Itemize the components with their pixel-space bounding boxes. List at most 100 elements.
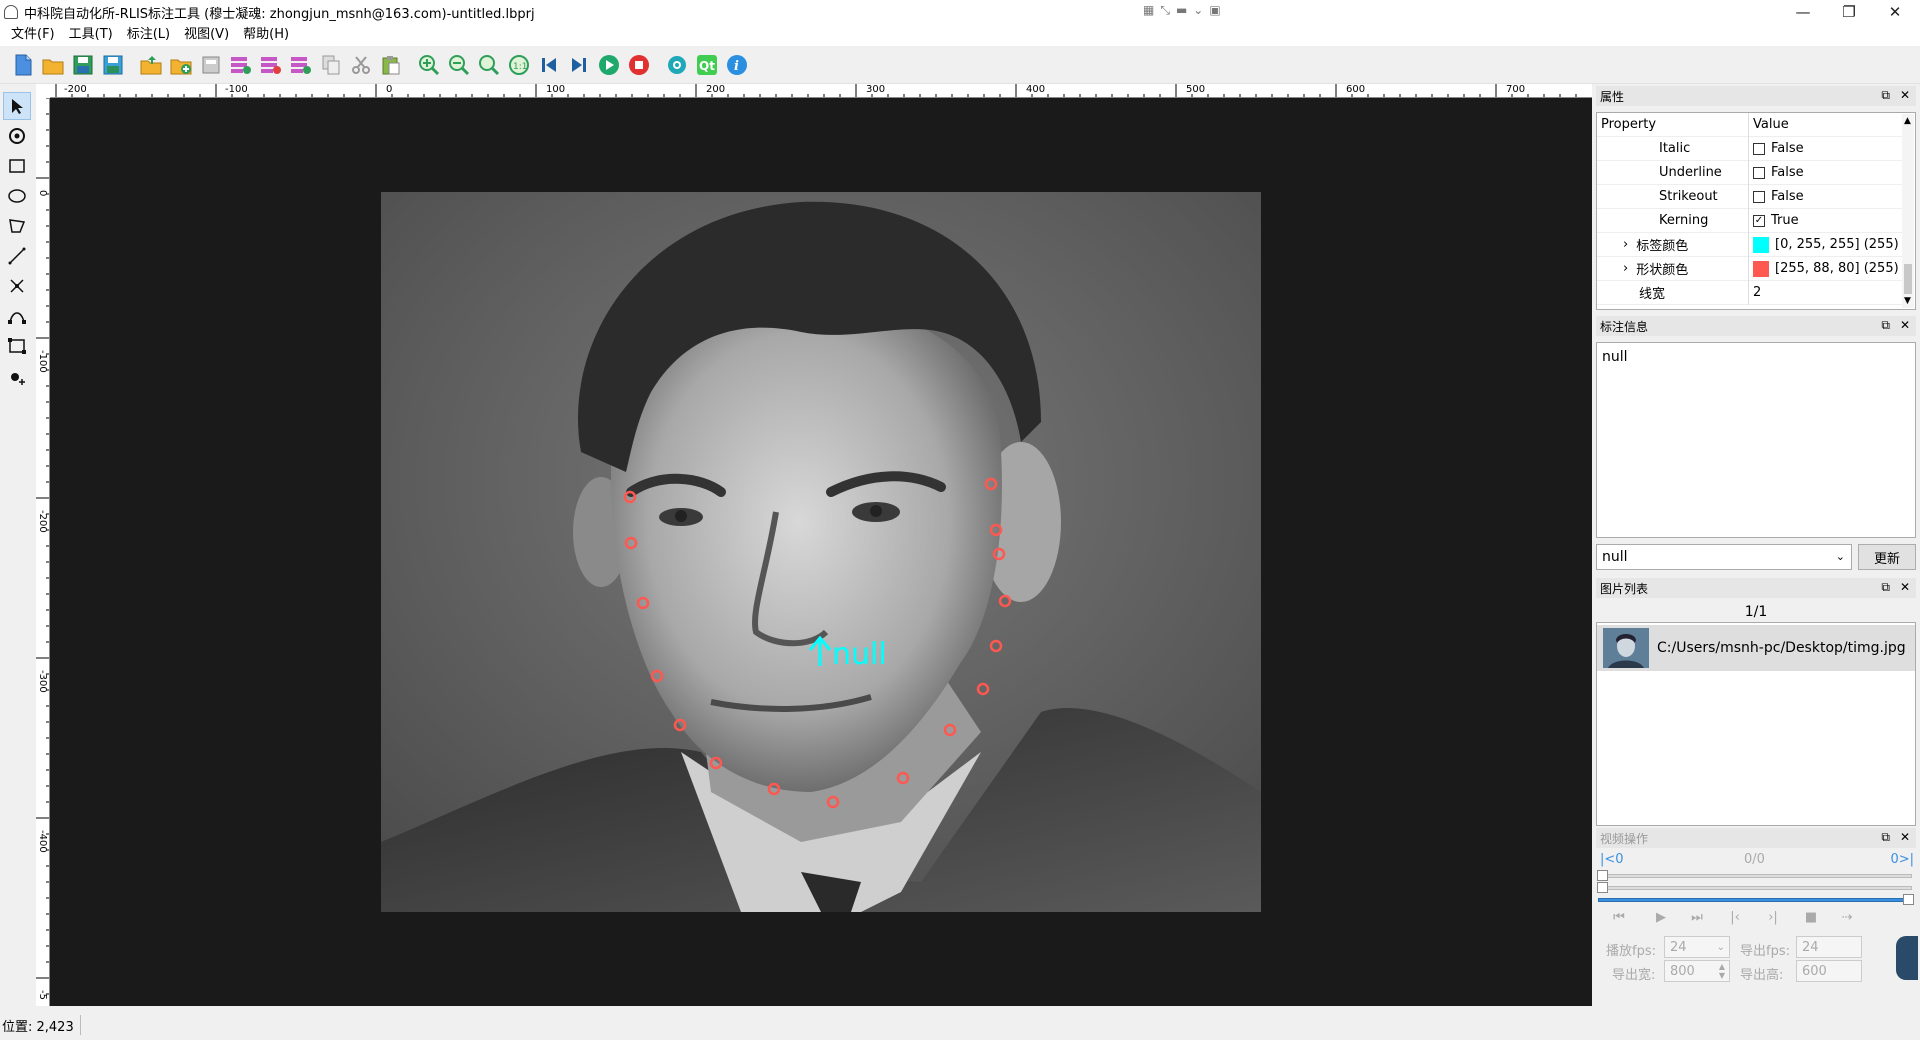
contour-keypoint[interactable] (998, 594, 1012, 608)
export-height-spinbox[interactable]: 600 (1796, 960, 1862, 982)
ellipse-tool-icon[interactable] (3, 182, 31, 210)
zoom-out-icon[interactable] (447, 53, 471, 77)
contour-keypoint[interactable] (624, 536, 638, 550)
contour-keypoint[interactable] (673, 718, 687, 732)
video-slider-mid[interactable] (1597, 882, 1912, 893)
bbox-tool-icon[interactable] (3, 332, 31, 360)
property-row[interactable]: › 形状颜色 [255, 88, 80] (255) (1597, 256, 1903, 281)
list-item[interactable]: C:/Users/msnh-pc/Desktop/timg.jpg (1597, 625, 1915, 671)
video-next-icon[interactable]: ›| (1760, 908, 1786, 926)
shrink-icon[interactable]: ⤡ (1160, 3, 1170, 18)
rectangle-tool-icon[interactable] (3, 152, 31, 180)
float-icon[interactable]: ⧉ (1881, 830, 1890, 845)
scroll-down-icon[interactable]: ▼ (1904, 296, 1911, 306)
contour-keypoint[interactable] (650, 669, 664, 683)
maximize-button[interactable]: ❐ (1826, 0, 1872, 24)
property-row[interactable]: 线宽 2 (1597, 280, 1903, 305)
about-qt-icon[interactable]: Qt (695, 53, 719, 77)
close-icon[interactable]: ✕ (1900, 830, 1910, 845)
select-pointer-icon[interactable] (3, 92, 31, 120)
dash-icon[interactable]: ▬ (1176, 3, 1187, 18)
export-width-spinbox[interactable]: 800 ▲ ▼ (1664, 960, 1730, 982)
zoom-fit-icon[interactable] (477, 53, 501, 77)
property-row[interactable]: Kerning ✓ True (1597, 208, 1903, 233)
dropdown-icon[interactable]: ⌄ (1193, 3, 1203, 18)
polygon-tool-icon[interactable] (3, 212, 31, 240)
video-start[interactable]: |<0 (1600, 852, 1624, 867)
remove-label-icon[interactable] (259, 53, 283, 77)
first-image-icon[interactable] (537, 53, 561, 77)
checkbox-icon[interactable] (1753, 142, 1765, 155)
video-first-icon[interactable]: ⏮ (1606, 908, 1632, 926)
zoom-in-icon[interactable] (417, 53, 441, 77)
float-icon[interactable]: ⧉ (1881, 88, 1890, 103)
property-row[interactable]: Underline False (1597, 160, 1903, 185)
line-tool-icon[interactable] (3, 242, 31, 270)
new-file-icon[interactable] (11, 53, 35, 77)
menu-file[interactable]: 文件(F) (4, 24, 62, 46)
point-add-icon[interactable] (3, 362, 31, 390)
save-icon[interactable] (71, 53, 95, 77)
checkbox-icon[interactable] (1753, 190, 1765, 203)
menu-label[interactable]: 标注(L) (120, 24, 177, 46)
contour-keypoint[interactable] (943, 723, 957, 737)
open-dir-icon[interactable] (139, 53, 163, 77)
copy-icon[interactable] (319, 53, 343, 77)
contour-keypoint[interactable] (992, 547, 1006, 561)
float-icon[interactable]: ⧉ (1881, 580, 1890, 595)
video-last-icon[interactable]: ⏭ (1684, 908, 1710, 926)
menu-tools[interactable]: 工具(T) (62, 24, 120, 46)
annotation-info-text[interactable]: null (1596, 342, 1916, 538)
contour-keypoint[interactable] (896, 771, 910, 785)
contour-keypoint[interactable] (636, 596, 650, 610)
contour-keypoint[interactable] (709, 756, 723, 770)
video-play-icon[interactable]: ▶ (1648, 908, 1674, 926)
menu-help[interactable]: 帮助(H) (236, 24, 296, 46)
last-image-icon[interactable] (567, 53, 591, 77)
contour-keypoint[interactable] (984, 477, 998, 491)
video-end[interactable]: 0>| (1890, 852, 1914, 867)
close-button[interactable]: ✕ (1872, 0, 1918, 24)
menu-view[interactable]: 视图(V) (177, 24, 236, 46)
contour-keypoint[interactable] (826, 795, 840, 809)
contour-keypoint[interactable] (623, 490, 637, 504)
annotation-canvas[interactable]: null (50, 98, 1592, 1006)
video-slider-range[interactable] (1598, 894, 1914, 905)
export-icon[interactable] (199, 53, 223, 77)
open-folder-icon[interactable] (41, 53, 65, 77)
property-row[interactable]: Italic False (1597, 136, 1903, 161)
stop-icon[interactable] (627, 53, 651, 77)
settings-gear-icon[interactable] (665, 53, 689, 77)
info-icon[interactable]: i (725, 53, 749, 77)
minimize-button[interactable]: — (1780, 0, 1826, 24)
side-widget-icon[interactable] (1896, 936, 1918, 980)
paste-icon[interactable] (379, 53, 403, 77)
annotation-label[interactable]: null (832, 637, 887, 672)
close-icon[interactable]: ✕ (1900, 88, 1910, 103)
contour-keypoint[interactable] (976, 682, 990, 696)
checkbox-icon[interactable] (1753, 166, 1765, 179)
screen-icon[interactable]: ▣ (1209, 3, 1220, 18)
contour-keypoint[interactable] (989, 523, 1003, 537)
scroll-up-icon[interactable]: ▲ (1904, 116, 1911, 126)
chevron-right-icon[interactable]: › (1623, 237, 1628, 252)
contour-keypoint[interactable] (989, 639, 1003, 653)
update-button[interactable]: 更新 (1858, 544, 1916, 570)
close-icon[interactable]: ✕ (1900, 580, 1910, 595)
curve-tool-icon[interactable] (3, 302, 31, 330)
label-select[interactable]: null ⌄ (1596, 544, 1852, 570)
video-slider-top[interactable] (1597, 870, 1912, 881)
float-icon[interactable]: ⧉ (1881, 318, 1890, 333)
chevron-right-icon[interactable]: › (1623, 261, 1628, 276)
contour-keypoint[interactable] (767, 782, 781, 796)
keypoint-tool-icon[interactable] (3, 272, 31, 300)
play-fps-select[interactable]: 24 ⌄ (1664, 936, 1730, 958)
video-prev-icon[interactable]: |‹ (1722, 908, 1748, 926)
video-stop-icon[interactable]: ■ (1798, 908, 1824, 926)
add-folder-icon[interactable] (169, 53, 193, 77)
property-row[interactable]: › 标签颜色 [0, 255, 255] (255) (1597, 232, 1903, 257)
close-icon[interactable]: ✕ (1900, 318, 1910, 333)
property-scrollbar[interactable]: ▲ ▼ (1902, 114, 1914, 308)
zoom-actual-icon[interactable]: 1:1 (507, 53, 531, 77)
spin-arrows-icon[interactable]: ▲ ▼ (1719, 962, 1725, 980)
